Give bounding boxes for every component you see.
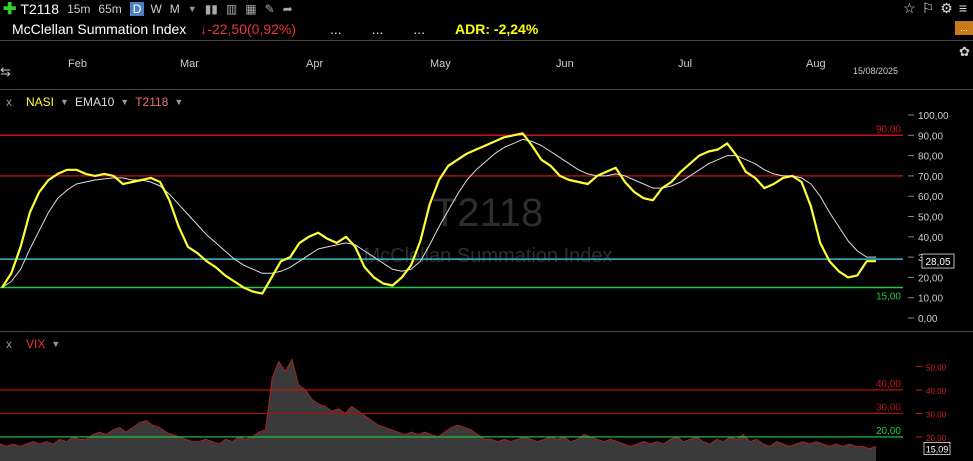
y-tick-label: 60,00 — [918, 192, 943, 203]
y-tick-label: 40,00 — [926, 387, 947, 396]
y-tick-label: 20,00 — [918, 273, 943, 284]
y-tick-label: 50,00 — [926, 363, 947, 372]
y-tick-label: 30,00 — [926, 410, 947, 419]
y-tick-label: 0,00 — [918, 314, 938, 325]
y-tick-label: 20,00 — [926, 434, 947, 443]
reference-line-label: 15,00 — [876, 292, 901, 303]
last-value-label: 28,05 — [925, 257, 950, 268]
y-tick-label: 80,00 — [918, 152, 943, 163]
reference-line-label: 30,00 — [876, 402, 901, 413]
y-tick-label: 90,00 — [918, 131, 943, 142]
y-tick-label: 100,00 — [918, 111, 949, 122]
y-tick-label: 50,00 — [918, 213, 943, 224]
watermark-symbol: T2118 — [433, 191, 543, 235]
watermark-name: McClellan Summation Index — [364, 245, 613, 267]
chart-canvas: T2118 McClellan Summation Index 90,00 15,00… — [0, 111, 955, 461]
vix-area — [0, 359, 876, 461]
reference-line-label: 90,00 — [876, 124, 901, 135]
reference-line-label: 40,00 — [876, 379, 901, 390]
y-tick-label: 70,00 — [918, 172, 943, 183]
y-tick-label: 40,00 — [918, 233, 943, 244]
reference-line-label: 20,00 — [876, 426, 901, 437]
y-tick-label: 10,00 — [918, 294, 943, 305]
last-value-label: 15,09 — [926, 444, 949, 454]
